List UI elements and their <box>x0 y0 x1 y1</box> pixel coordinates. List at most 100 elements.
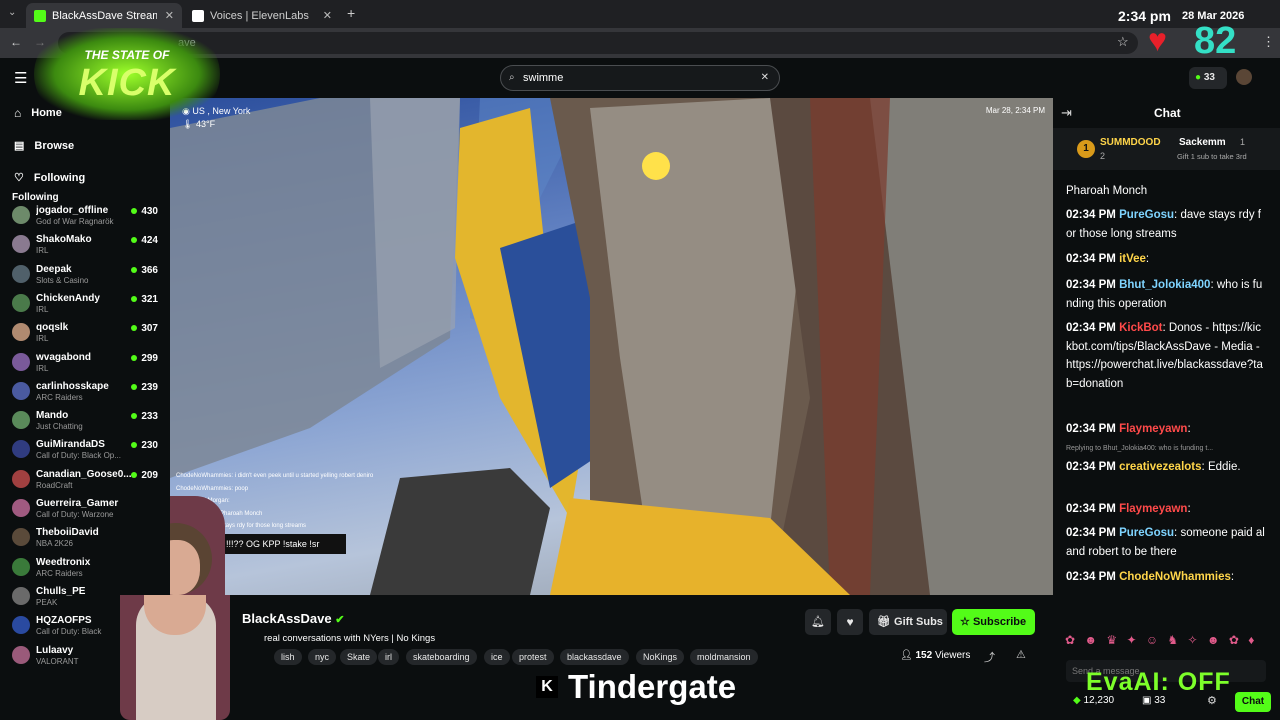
avatar <box>12 381 30 400</box>
follow-heart-button[interactable]: ♥ <box>837 609 863 635</box>
viewer-number: 430 <box>141 206 158 217</box>
tag[interactable]: irl <box>378 649 399 665</box>
message-user[interactable]: ChodeNoWhammies <box>1119 571 1231 583</box>
channel-name: qoqslk <box>36 322 69 334</box>
tab-list-chevron-icon[interactable]: ⌄ <box>8 7 16 18</box>
colon: : <box>1187 503 1191 515</box>
channel-viewers: 239 <box>131 382 158 393</box>
following-channel[interactable]: carlinhosskape ARC Raiders 239 <box>10 378 160 407</box>
avatar <box>12 235 30 254</box>
message-user[interactable]: itVee <box>1119 253 1146 265</box>
browser-menu-icon[interactable]: ⋮ <box>1262 34 1275 50</box>
channel-name: Weedtronix <box>36 556 91 568</box>
bell-icon: ● <box>1195 72 1202 83</box>
live-dot-icon <box>131 471 138 478</box>
gifter-one: SUMMDOOD <box>1100 137 1161 148</box>
browser-tab-stream[interactable]: BlackAssDave Stream - Wat ✕ <box>26 3 182 28</box>
tag[interactable]: nyc <box>308 649 337 665</box>
gift-subs-label: Gift Subs <box>894 616 943 628</box>
following-channel[interactable]: Weedtronix ARC Raiders <box>10 554 160 583</box>
message-user[interactable]: Flaymeyawn <box>1119 423 1187 435</box>
following-channel[interactable]: Mando Just Chatting 233 <box>10 407 160 436</box>
channel-game: IRL <box>36 304 49 314</box>
video-player[interactable]: ◉ US , New York 🌡 43°F Mar 28, 2:34 PM C… <box>170 98 1053 595</box>
subscribe-label: Subscribe <box>972 616 1027 628</box>
message-time: 02:34 PM <box>1066 253 1116 265</box>
tab-close-icon[interactable]: ✕ <box>323 9 332 22</box>
message-user[interactable]: PureGosu <box>1119 209 1174 221</box>
message-time: 02:34 PM <box>1066 279 1116 291</box>
chat-send-button[interactable]: Chat <box>1235 692 1271 712</box>
chat-panel: ⇥ Chat 1 SUMMDOOD 2 Sackemm 1 Gift 1 sub… <box>1053 98 1280 720</box>
viewer-number: 307 <box>141 323 158 335</box>
message-user[interactable]: creativezealots <box>1119 461 1201 473</box>
following-channel[interactable]: Canadian_Goose0... RoadCraft 209 <box>10 466 160 495</box>
avatar <box>12 528 30 547</box>
clear-search-icon[interactable]: ✕ <box>761 66 769 90</box>
following-channel[interactable]: jogador_offline God of War Ragnarök 430 <box>10 202 160 231</box>
hamburger-menu-icon[interactable]: ☰ <box>14 69 27 87</box>
gift-subs-button[interactable]: 🎁︎ Gift Subs <box>869 609 947 635</box>
tag[interactable]: protest <box>512 649 554 665</box>
notifications-badge[interactable]: ● 33 <box>1189 67 1227 89</box>
collapse-chat-icon[interactable]: ⇥ <box>1061 105 1072 121</box>
tag[interactable]: blackassdave <box>560 649 629 665</box>
user-avatar[interactable] <box>1236 69 1252 85</box>
message-time: 02:34 PM <box>1066 527 1116 539</box>
notify-bell-button[interactable]: 🔔︎ <box>805 609 831 635</box>
subscribe-button[interactable]: ☆ Subscribe <box>952 609 1035 635</box>
chat-message: 02:34 PM itVee: <box>1066 250 1266 269</box>
live-dot-icon <box>131 413 138 420</box>
following-channel[interactable]: Deepak Slots & Casino 366 <box>10 261 160 290</box>
rank-badge: 1 <box>1077 140 1095 158</box>
tag[interactable]: moldmansion <box>690 649 758 665</box>
live-dot-icon <box>131 383 138 390</box>
tab-close-icon[interactable]: ✕ <box>165 9 174 22</box>
heart-icon: ♥ <box>846 615 854 629</box>
message-time: 02:34 PM <box>1066 503 1116 515</box>
nav-label: Following <box>33 171 86 184</box>
sidebar-item-browse[interactable]: ▤ Browse <box>14 139 74 153</box>
following-channel[interactable]: qoqslk IRL 307 <box>10 319 160 348</box>
back-arrow-icon[interactable]: ← <box>10 35 22 49</box>
message-user[interactable]: Bhut_Jolokia400 <box>1119 279 1210 291</box>
tag[interactable]: skateboarding <box>406 649 477 665</box>
new-tab-icon[interactable]: + <box>347 5 355 21</box>
bookmark-star-icon[interactable]: ☆ <box>1117 34 1129 50</box>
channel-viewers: 299 <box>131 353 158 364</box>
tag[interactable]: ice <box>484 649 510 665</box>
channel-viewers: 307 <box>131 323 158 334</box>
pinned-gifters: 1 SUMMDOOD 2 Sackemm 1 Gift 1 sub to tak… <box>1053 128 1280 170</box>
browser-tab-elevenlabs[interactable]: Voices | ElevenLabs ✕ <box>184 3 340 28</box>
message-time: 02:34 PM <box>1066 209 1116 221</box>
share-icon[interactable]: ⤴ <box>984 649 995 665</box>
following-channel[interactable]: ChickenAndy IRL 321 <box>10 290 160 319</box>
temperature-label: 🌡 43°F <box>182 119 215 130</box>
tag[interactable]: Skate <box>340 649 378 665</box>
report-icon[interactable]: ⚠ <box>1016 648 1026 661</box>
message-time: 02:34 PM <box>1066 322 1116 334</box>
sidebar-item-following[interactable]: ♡ Following <box>14 171 86 185</box>
avatar <box>12 557 30 576</box>
following-channel[interactable]: GuiMirandaDS Call of Duty: Black Op... 230 <box>10 436 160 465</box>
channel-game: NBA 2K26 <box>36 539 73 549</box>
url-input[interactable]: ave <box>58 32 1138 54</box>
message-user[interactable]: KickBot <box>1119 322 1162 334</box>
stream-info: BlackAssDave ✔ real conversations with N… <box>120 595 1053 720</box>
tag[interactable]: NoKings <box>636 649 685 665</box>
search-value: swimme <box>523 72 564 84</box>
chat-message: 02:34 PM Bhut_Jolokia400: who is funding… <box>1066 276 1266 313</box>
following-channel[interactable]: ShakoMako IRL 424 <box>10 231 160 260</box>
temperature-text: 43°F <box>195 119 216 129</box>
message-user[interactable]: PureGosu <box>1119 527 1174 539</box>
viewer-number: 366 <box>141 264 158 276</box>
streamer-name[interactable]: BlackAssDave ✔ <box>242 611 344 626</box>
search-input[interactable]: ⌕ swimme ✕ <box>500 65 780 91</box>
tag[interactable]: lish <box>274 649 302 665</box>
following-channel[interactable]: Guerreira_Gamer Call of Duty: Warzone <box>10 495 160 524</box>
message-user[interactable]: Flaymeyawn <box>1119 503 1187 515</box>
following-channel[interactable]: wvagabond IRL 299 <box>10 349 160 378</box>
channel-viewers: 430 <box>131 206 158 217</box>
logo-line2: KICK <box>78 62 176 104</box>
following-channel[interactable]: TheboiiDavid NBA 2K26 <box>10 524 160 553</box>
